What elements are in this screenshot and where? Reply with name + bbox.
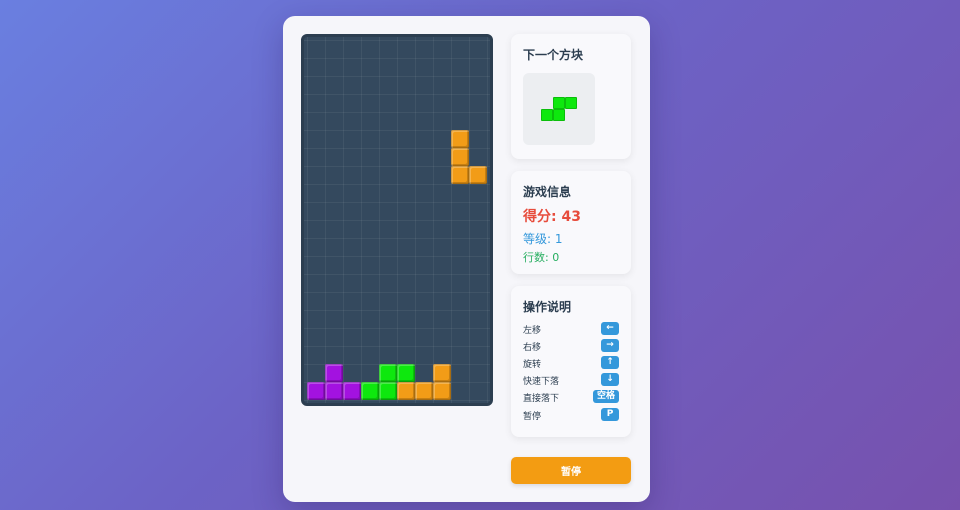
- locked-block: [397, 382, 415, 400]
- falling-block: [469, 166, 487, 184]
- control-move-left: 左移 ←: [523, 322, 619, 336]
- controls-title: 操作说明: [523, 300, 572, 314]
- next-piece-block: [553, 109, 565, 121]
- next-piece-title: 下一个方块: [523, 48, 584, 62]
- left-arrow-key: ←: [601, 322, 619, 335]
- next-piece-block: [541, 109, 553, 121]
- control-rotate: 旋转 ↑: [523, 356, 619, 370]
- locked-block: [325, 364, 343, 382]
- locked-block: [379, 382, 397, 400]
- control-label: 快速下落: [523, 377, 560, 387]
- control-label: 左移: [523, 326, 542, 336]
- locked-block: [379, 364, 397, 382]
- lines-display: 行数: 0: [523, 251, 560, 264]
- level-display: 等级: 1: [523, 232, 563, 246]
- control-label: 旋转: [523, 360, 542, 370]
- game-board[interactable]: [301, 34, 493, 406]
- falling-block: [451, 148, 469, 166]
- p-key: P: [601, 408, 619, 421]
- down-arrow-key: ↓: [601, 373, 619, 386]
- control-soft-drop: 快速下落 ↓: [523, 373, 619, 387]
- locked-block: [343, 382, 361, 400]
- score-display: 得分: 43: [523, 209, 581, 225]
- locked-block: [415, 382, 433, 400]
- locked-block: [397, 364, 415, 382]
- locked-block: [325, 382, 343, 400]
- control-hard-drop: 直接落下 空格: [523, 390, 619, 404]
- game-info-panel: 游戏信息 得分: 43 等级: 1 行数: 0: [511, 171, 631, 274]
- space-key: 空格: [592, 390, 619, 403]
- control-label: 右移: [523, 343, 542, 353]
- control-move-right: 右移 →: [523, 339, 619, 353]
- locked-block: [307, 382, 325, 400]
- next-piece-panel: 下一个方块: [511, 34, 631, 159]
- control-label: 暂停: [523, 412, 542, 422]
- control-pause: 暂停 P: [523, 408, 619, 422]
- locked-block: [361, 382, 379, 400]
- control-label: 直接落下: [523, 394, 560, 404]
- falling-block: [451, 130, 469, 148]
- controls-panel: 操作说明 左移 ← 右移 → 旋转 ↑ 快速下落 ↓ 直接落下 空格 暂停 P: [511, 286, 631, 437]
- right-arrow-key: →: [601, 339, 619, 352]
- next-piece-block: [553, 97, 565, 109]
- locked-block: [433, 382, 451, 400]
- locked-block: [433, 364, 451, 382]
- up-arrow-key: ↑: [601, 356, 619, 369]
- game-info-title: 游戏信息: [523, 185, 572, 199]
- next-piece-block: [565, 97, 577, 109]
- next-piece-preview: [523, 73, 595, 145]
- falling-block: [451, 166, 469, 184]
- pause-button[interactable]: 暂停: [511, 457, 631, 484]
